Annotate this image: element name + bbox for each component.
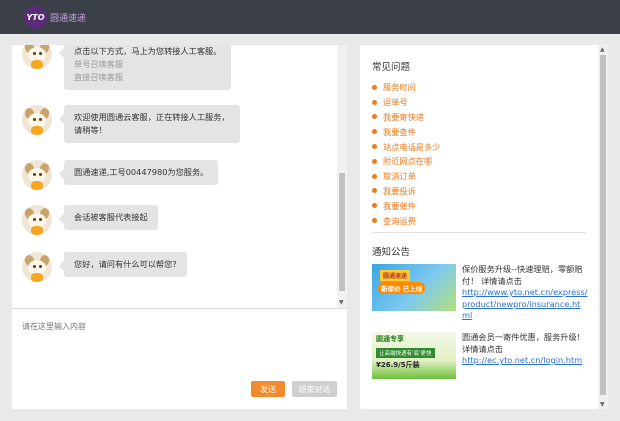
notice-text: 圆通会员一寄件优惠，服务升级！详情请点击 (462, 332, 585, 354)
message-bubble: 欢迎使用圆通云客服，正在转接人工服务， 请稍等！ (59, 105, 240, 143)
agent-avatar (22, 252, 52, 282)
quick-link-tracking[interactable]: 单号召唤客服 (74, 58, 221, 71)
quick-link-direct[interactable]: 直接召唤客服 (74, 71, 221, 84)
faq-item[interactable]: 我要投诉 (372, 184, 440, 199)
bullet-icon (372, 84, 377, 90)
bullet-icon (372, 218, 377, 224)
faq-item[interactable]: 站点电话是多少 (372, 139, 440, 154)
message-text: 点击以下方式，马上为您转接人工客服。 (74, 46, 222, 56)
message-item: 圆通速递,工号00447980为您服务。 (22, 160, 219, 190)
faq-item[interactable]: 服务时间 (372, 80, 440, 95)
notice-item: 圆通专享 让高端快递有'底'更快 ¥26.9/5斤装 圆通会员一寄件优惠，服务升… (372, 332, 588, 379)
faq-item[interactable]: 我要查件 (372, 124, 440, 139)
bullet-icon (372, 173, 377, 179)
message-bubble: 圆通速递,工号00447980为您服务。 (58, 160, 219, 185)
bullet-icon (372, 188, 377, 194)
chat-panel: 点击以下方式，马上为您转接人工客服。 单号召唤客服 直接召唤客服 欢迎使用圆通云… (12, 45, 347, 409)
message-text: 欢迎使用圆通云客服，正在转接人工服务， (74, 112, 230, 122)
notice-banner-image[interactable]: 圆通专享 让高端快递有'底'更快 ¥26.9/5斤装 (372, 332, 456, 379)
bullet-icon (372, 203, 377, 209)
faq-item[interactable]: 运单号 (372, 95, 440, 110)
notice-link[interactable]: http://ec.yto.net.cn/login.htm (462, 355, 588, 367)
brand-logo[interactable]: YTO 圆通速递 (24, 5, 86, 29)
message-text: 圆通速递,工号00447980为您服务。 (74, 167, 209, 177)
message-bubble: 点击以下方式，马上为您转接人工客服。 单号召唤客服 直接召唤客服 (58, 45, 232, 90)
scroll-down-icon[interactable]: ▼ (600, 401, 605, 408)
side-scrollbar[interactable]: ▲ ▼ (598, 45, 608, 409)
message-text: 您好，请问有什么可以帮您? (74, 259, 177, 269)
bullet-icon (372, 129, 377, 135)
message-item: 您好，请问有什么可以帮您? (22, 252, 187, 282)
section-divider (372, 232, 586, 233)
scroll-up-icon[interactable]: ▲ (600, 46, 605, 53)
message-item: 点击以下方式，马上为您转接人工客服。 单号召唤客服 直接召唤客服 (22, 45, 232, 90)
message-text: 会话被客服代表接起 (74, 212, 148, 222)
message-input[interactable] (22, 321, 322, 361)
end-chat-button[interactable]: 结束对话 (292, 381, 337, 397)
message-bubble: 您好，请问有什么可以帮您? (59, 252, 187, 277)
agent-avatar (22, 160, 52, 190)
side-panel: 常见问题 服务时间 运单号 我要寄快递 我要查件 站点电话是多少 附近网点在哪 … (360, 45, 608, 409)
faq-item[interactable]: 取消订单 (372, 169, 440, 184)
scroll-down-icon[interactable]: ▼ (339, 299, 344, 306)
notices-title: 通知公告 (372, 247, 411, 258)
message-list: 点击以下方式，马上为您转接人工客服。 单号召唤客服 直接召唤客服 欢迎使用圆通云… (12, 45, 347, 308)
agent-avatar (22, 205, 52, 235)
input-divider (12, 308, 347, 309)
agent-avatar (22, 45, 52, 69)
chat-scroll-thumb[interactable] (339, 173, 345, 291)
bullet-icon (372, 144, 377, 150)
notice-item: 圆通速递 新保价 已上线 保价服务升级--快速理赔，零额赔付！ 详情请点击 ht… (372, 264, 588, 322)
message-item: 会话被客服代表接起 (22, 205, 158, 235)
send-button[interactable]: 发送 (251, 381, 285, 397)
faq-list: 服务时间 运单号 我要寄快递 我要查件 站点电话是多少 附近网点在哪 取消订单 … (372, 80, 440, 228)
faq-item[interactable]: 我要催件 (372, 198, 440, 213)
faq-item[interactable]: 我要寄快递 (372, 110, 440, 125)
faq-item[interactable]: 附近网点在哪 (372, 154, 440, 169)
chat-scrollbar[interactable]: ▼ (337, 45, 347, 308)
message-text: 请稍等！ (74, 125, 107, 135)
notice-text: 保价服务升级--快速理赔，零额赔付！ 详情请点击 (462, 264, 583, 286)
top-bar: YTO 圆通速递 (0, 0, 620, 34)
notice-banner-image[interactable]: 圆通速递 新保价 已上线 (372, 264, 456, 311)
bullet-icon (372, 158, 377, 164)
message-item: 欢迎使用圆通云客服，正在转接人工服务， 请稍等！ (22, 105, 240, 143)
notice-link[interactable]: http://www.yto.net.cn/express/product/ne… (462, 287, 588, 322)
side-scroll-thumb[interactable] (600, 55, 606, 395)
agent-avatar (22, 105, 52, 135)
bullet-icon (372, 114, 377, 120)
bullet-icon (372, 99, 377, 105)
message-bubble: 会话被客服代表接起 (59, 205, 158, 230)
faq-title: 常见问题 (372, 62, 411, 73)
yto-logo-icon: YTO (24, 5, 47, 29)
brand-name: 圆通速递 (50, 13, 87, 24)
faq-item[interactable]: 查询运费 (372, 213, 440, 228)
